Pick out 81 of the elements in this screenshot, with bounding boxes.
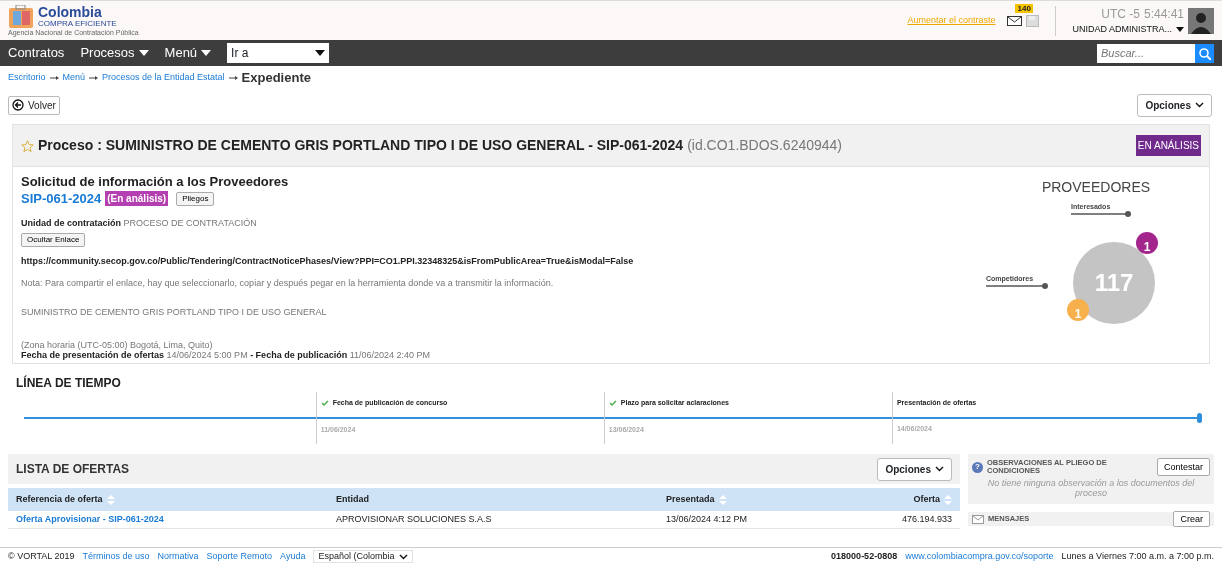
timeline-end-handle [1197, 413, 1202, 423]
back-button[interactable]: Volver [8, 95, 60, 115]
star-icon[interactable] [21, 139, 34, 152]
copyright-text: © VORTAL 2019 [8, 549, 75, 563]
hide-link-button[interactable]: Ocultar Enlace [21, 233, 86, 247]
share-note: Nota: Para compartir el enlace, hay que seleccionarlo, copiar y después pegar en la herramienta donde va a transmitir la información. [21, 276, 555, 290]
support-link[interactable]: www.colombiacompra.gov.co/soporte [905, 549, 1054, 564]
breadcrumb-link[interactable]: Procesos de la Entidad Estatal [102, 71, 225, 85]
process-url: https://community.secop.gov.co/Public/Tendering/ContractNoticePhases/View?PPI=CO1.PPI.32348325&isFromPublicArea=True&isModal=False [21, 255, 635, 268]
help-icon[interactable]: ? [972, 461, 983, 473]
search-field[interactable]: Buscar... [1097, 43, 1195, 63]
column-header[interactable]: Referencia de oferta [16, 492, 103, 507]
sort-icon[interactable] [944, 494, 952, 505]
process-reference: SIP-061-2024 [21, 190, 102, 208]
process-dates: Fecha de presentación de ofertas 14/06/2024 5:00 PM - Fecha de publicación 11/06/2024 2:40 PM [21, 349, 432, 360]
table-cell: 476.194.933 [901, 513, 952, 524]
footer-link[interactable]: Ayuda [280, 549, 306, 564]
user-menu[interactable]: UNIDAD ADMINISTRA... [1072, 22, 1184, 37]
timeline-title: LÍNEA DE TIEMPO [16, 374, 122, 392]
leader-line [986, 283, 1048, 289]
count-bubble: 1 [1136, 232, 1158, 254]
breadcrumb-current: Expediente [241, 69, 311, 88]
goto-select[interactable]: Ir a [227, 43, 330, 63]
footer-link[interactable]: Términos de uso [82, 549, 150, 564]
status-tag: (En análisis) [105, 191, 169, 207]
status-badge: EN ANÁLISIS [1135, 135, 1201, 156]
process-title: Proceso : SUMINISTRO DE CEMENTO GRIS PORTLAND TIPO I DE USO GENERAL - SIP-061-2024 [38, 136, 684, 155]
sort-icon[interactable] [718, 494, 727, 505]
back-arrow-icon [12, 99, 24, 111]
support-phone: 018000-52-0808 [831, 549, 898, 563]
chevron-icon [1195, 102, 1204, 108]
pliegos-button[interactable]: Pliegos [176, 191, 215, 206]
offer-link[interactable]: Oferta Aprovisionar - SIP-061-2024 [16, 513, 164, 524]
logo-tagline: COMPRA EFICIENTE [38, 19, 117, 28]
reply-button[interactable]: Contestar [1156, 458, 1210, 476]
arrow-icon [89, 75, 99, 81]
process-id: (id.CO1.BDOS.6240944) [687, 136, 842, 155]
offers-title: LISTA DE OFERTAS [16, 461, 130, 478]
process-heading: Solicitud de información a los Proveedores [21, 175, 290, 189]
mail-icon [972, 514, 984, 524]
search-icon [1198, 46, 1211, 60]
process-description: SUMINISTRO DE CEMENTO GRIS PORTLAND TIPO I DE USO GENERAL [21, 306, 328, 319]
column-header[interactable]: Oferta [913, 492, 940, 507]
chevron-icon [935, 466, 944, 472]
caret-icon [315, 50, 326, 56]
document-icon[interactable] [1026, 14, 1040, 27]
timezone-note: (Zona horaria (UTC-05:00) Bogotá, Lima, Quito) [21, 339, 214, 350]
sort-icon[interactable] [106, 494, 115, 505]
options-button[interactable]: Opciones [1137, 93, 1212, 117]
mail-count-badge: 140 [1015, 4, 1033, 14]
chevron-icon [398, 553, 408, 560]
mail-icon[interactable] [1007, 16, 1023, 27]
column-header[interactable]: Presentada [666, 492, 715, 507]
language-select[interactable]: Español (Colombia [313, 550, 413, 563]
table-cell: 13/06/2024 4:12 PM [666, 513, 748, 524]
caret-icon [1176, 27, 1184, 32]
empty-message: No tiene ninguna observación a los documentos del proceso [986, 477, 1196, 500]
table-cell: APROVISIONAR SOLUCIONES S.A.S [336, 513, 492, 524]
unit-line: Unidad de contratación PROCESO DE CONTRATACIÓN [21, 217, 257, 228]
footer-link[interactable]: Normativa [157, 549, 199, 564]
nav-menu-item[interactable]: Contratos [8, 43, 65, 63]
column-header: Entidad [336, 492, 369, 506]
timezone-label: UTC -5 [1101, 5, 1140, 23]
support-hours: Lunes a Viernes 7:00 a.m. a 7:00 p.m. [1061, 549, 1214, 563]
arrow-icon [228, 75, 238, 81]
clock-time: 5:44:41 [1143, 5, 1184, 23]
footer-link[interactable]: Soporte Remoto [206, 549, 273, 564]
arrow-icon [49, 75, 59, 81]
nav-menu-item[interactable]: Menú [164, 43, 212, 63]
avatar-silhouette [1188, 7, 1214, 34]
providers-title: PROVEEDORES [1041, 178, 1151, 197]
breadcrumb-link[interactable]: Escritorio [8, 71, 46, 85]
nav-menu-item[interactable]: Procesos [80, 43, 149, 63]
options-button[interactable]: Opciones [877, 457, 952, 481]
breadcrumb-link[interactable]: Menú [62, 71, 86, 85]
search-button[interactable] [1195, 43, 1214, 63]
logo-name: Colombia [38, 5, 103, 19]
create-button[interactable]: Crear [1173, 511, 1210, 527]
count-bubble: 1 [1067, 299, 1089, 321]
shopping-bag-logo-icon [8, 4, 34, 29]
leader-line [1071, 211, 1131, 217]
